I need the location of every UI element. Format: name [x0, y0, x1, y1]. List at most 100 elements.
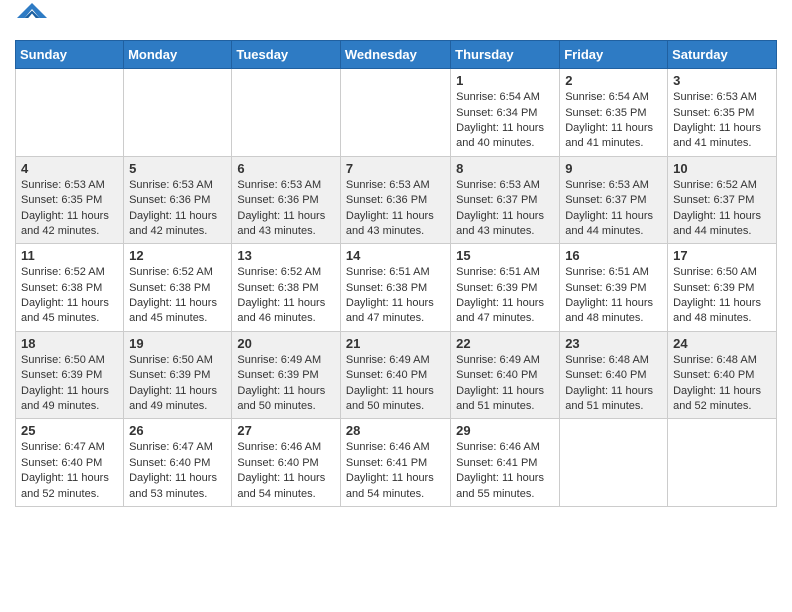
cell-content: Sunrise: 6:52 AM Sunset: 6:38 PM Dayligh…	[129, 265, 226, 327]
calendar-cell: 27 Sunrise: 6:46 AM Sunset: 6:40 PM Dayli…	[232, 419, 341, 507]
day-number: 29	[456, 423, 554, 438]
calendar-cell: 22 Sunrise: 6:49 AM Sunset: 6:40 PM Dayli…	[451, 331, 560, 419]
day-number: 28	[346, 423, 445, 438]
day-number: 7	[346, 161, 445, 176]
calendar-cell: 9 Sunrise: 6:53 AM Sunset: 6:37 PM Daylig…	[560, 156, 668, 244]
day-number: 13	[237, 248, 335, 263]
cell-content: Sunrise: 6:49 AM Sunset: 6:40 PM Dayligh…	[456, 353, 554, 415]
calendar-cell	[340, 69, 450, 157]
day-number: 15	[456, 248, 554, 263]
calendar-cell: 5 Sunrise: 6:53 AM Sunset: 6:36 PM Daylig…	[124, 156, 232, 244]
calendar-cell: 21 Sunrise: 6:49 AM Sunset: 6:40 PM Dayli…	[340, 331, 450, 419]
day-number: 26	[129, 423, 226, 438]
cell-content: Sunrise: 6:52 AM Sunset: 6:38 PM Dayligh…	[21, 265, 118, 327]
day-number: 5	[129, 161, 226, 176]
header	[15, 10, 777, 34]
calendar-cell: 24 Sunrise: 6:48 AM Sunset: 6:40 PM Dayli…	[668, 331, 777, 419]
calendar-cell	[668, 419, 777, 507]
cell-content: Sunrise: 6:46 AM Sunset: 6:41 PM Dayligh…	[346, 440, 445, 502]
cell-content: Sunrise: 6:53 AM Sunset: 6:36 PM Dayligh…	[346, 178, 445, 240]
logo-icon	[17, 3, 47, 21]
day-of-week-sunday: Sunday	[16, 41, 124, 69]
day-number: 17	[673, 248, 771, 263]
cell-content: Sunrise: 6:53 AM Sunset: 6:35 PM Dayligh…	[21, 178, 118, 240]
calendar-cell: 2 Sunrise: 6:54 AM Sunset: 6:35 PM Daylig…	[560, 69, 668, 157]
day-number: 16	[565, 248, 662, 263]
cell-content: Sunrise: 6:49 AM Sunset: 6:39 PM Dayligh…	[237, 353, 335, 415]
calendar-cell: 10 Sunrise: 6:52 AM Sunset: 6:37 PM Dayli…	[668, 156, 777, 244]
day-number: 22	[456, 336, 554, 351]
day-number: 25	[21, 423, 118, 438]
day-number: 1	[456, 73, 554, 88]
week-row-3: 11Sunrise: 6:52 AM Sunset: 6:38 PM Dayli…	[16, 244, 777, 332]
day-number: 27	[237, 423, 335, 438]
cell-content: Sunrise: 6:47 AM Sunset: 6:40 PM Dayligh…	[129, 440, 226, 502]
day-number: 23	[565, 336, 662, 351]
cell-content: Sunrise: 6:54 AM Sunset: 6:34 PM Dayligh…	[456, 90, 554, 152]
cell-content: Sunrise: 6:50 AM Sunset: 6:39 PM Dayligh…	[129, 353, 226, 415]
cell-content: Sunrise: 6:53 AM Sunset: 6:37 PM Dayligh…	[565, 178, 662, 240]
calendar-cell: 1 Sunrise: 6:54 AM Sunset: 6:34 PM Daylig…	[451, 69, 560, 157]
cell-content: Sunrise: 6:54 AM Sunset: 6:35 PM Dayligh…	[565, 90, 662, 152]
calendar-cell: 14 Sunrise: 6:51 AM Sunset: 6:38 PM Dayli…	[340, 244, 450, 332]
week-row-5: 25 Sunrise: 6:47 AM Sunset: 6:40 PM Dayli…	[16, 419, 777, 507]
calendar-cell: 12Sunrise: 6:52 AM Sunset: 6:38 PM Dayli…	[124, 244, 232, 332]
day-of-week-friday: Friday	[560, 41, 668, 69]
cell-content: Sunrise: 6:53 AM Sunset: 6:37 PM Dayligh…	[456, 178, 554, 240]
calendar-cell: 26 Sunrise: 6:47 AM Sunset: 6:40 PM Dayli…	[124, 419, 232, 507]
calendar-cell: 13 Sunrise: 6:52 AM Sunset: 6:38 PM Dayli…	[232, 244, 341, 332]
day-number: 14	[346, 248, 445, 263]
cell-content: Sunrise: 6:53 AM Sunset: 6:36 PM Dayligh…	[129, 178, 226, 240]
day-number: 18	[21, 336, 118, 351]
cell-content: Sunrise: 6:53 AM Sunset: 6:35 PM Dayligh…	[673, 90, 771, 152]
day-number: 20	[237, 336, 335, 351]
calendar-cell: 3 Sunrise: 6:53 AM Sunset: 6:35 PM Daylig…	[668, 69, 777, 157]
cell-content: Sunrise: 6:52 AM Sunset: 6:38 PM Dayligh…	[237, 265, 335, 327]
calendar-cell: 7 Sunrise: 6:53 AM Sunset: 6:36 PM Daylig…	[340, 156, 450, 244]
day-of-week-monday: Monday	[124, 41, 232, 69]
cell-content: Sunrise: 6:48 AM Sunset: 6:40 PM Dayligh…	[565, 353, 662, 415]
week-row-4: 18 Sunrise: 6:50 AM Sunset: 6:39 PM Dayli…	[16, 331, 777, 419]
calendar-cell: 15 Sunrise: 6:51 AM Sunset: 6:39 PM Dayli…	[451, 244, 560, 332]
calendar-cell	[16, 69, 124, 157]
calendar-cell: 19 Sunrise: 6:50 AM Sunset: 6:39 PM Dayli…	[124, 331, 232, 419]
calendar-cell	[560, 419, 668, 507]
day-number: 24	[673, 336, 771, 351]
calendar-cell	[232, 69, 341, 157]
calendar-cell: 25 Sunrise: 6:47 AM Sunset: 6:40 PM Dayli…	[16, 419, 124, 507]
cell-content: Sunrise: 6:51 AM Sunset: 6:39 PM Dayligh…	[565, 265, 662, 327]
day-number: 8	[456, 161, 554, 176]
calendar-body: 1 Sunrise: 6:54 AM Sunset: 6:34 PM Daylig…	[16, 69, 777, 507]
cell-content: Sunrise: 6:52 AM Sunset: 6:37 PM Dayligh…	[673, 178, 771, 240]
cell-content: Sunrise: 6:46 AM Sunset: 6:40 PM Dayligh…	[237, 440, 335, 502]
day-number: 19	[129, 336, 226, 351]
day-of-week-wednesday: Wednesday	[340, 41, 450, 69]
cell-content: Sunrise: 6:47 AM Sunset: 6:40 PM Dayligh…	[21, 440, 118, 502]
day-number: 21	[346, 336, 445, 351]
day-number: 6	[237, 161, 335, 176]
cell-content: Sunrise: 6:51 AM Sunset: 6:39 PM Dayligh…	[456, 265, 554, 327]
week-row-2: 4 Sunrise: 6:53 AM Sunset: 6:35 PM Daylig…	[16, 156, 777, 244]
cell-content: Sunrise: 6:51 AM Sunset: 6:38 PM Dayligh…	[346, 265, 445, 327]
week-row-1: 1 Sunrise: 6:54 AM Sunset: 6:34 PM Daylig…	[16, 69, 777, 157]
calendar-cell	[124, 69, 232, 157]
day-number: 3	[673, 73, 771, 88]
calendar-cell: 20 Sunrise: 6:49 AM Sunset: 6:39 PM Dayli…	[232, 331, 341, 419]
day-number: 9	[565, 161, 662, 176]
cell-content: Sunrise: 6:49 AM Sunset: 6:40 PM Dayligh…	[346, 353, 445, 415]
day-of-week-thursday: Thursday	[451, 41, 560, 69]
calendar-cell: 18Sunrise: 6:50 AM Sunset: 6:39 PM Dayli…	[16, 331, 124, 419]
calendar-cell: 6 Sunrise: 6:53 AM Sunset: 6:36 PM Daylig…	[232, 156, 341, 244]
calendar-cell: 11Sunrise: 6:52 AM Sunset: 6:38 PM Dayli…	[16, 244, 124, 332]
day-of-week-tuesday: Tuesday	[232, 41, 341, 69]
day-number: 2	[565, 73, 662, 88]
cell-content: Sunrise: 6:53 AM Sunset: 6:36 PM Dayligh…	[237, 178, 335, 240]
calendar-cell: 29Sunrise: 6:46 AM Sunset: 6:41 PM Dayli…	[451, 419, 560, 507]
logo	[15, 10, 47, 34]
day-number: 10	[673, 161, 771, 176]
calendar-cell: 16 Sunrise: 6:51 AM Sunset: 6:39 PM Dayli…	[560, 244, 668, 332]
calendar-cell: 28 Sunrise: 6:46 AM Sunset: 6:41 PM Dayli…	[340, 419, 450, 507]
cell-content: Sunrise: 6:48 AM Sunset: 6:40 PM Dayligh…	[673, 353, 771, 415]
calendar: SundayMondayTuesdayWednesdayThursdayFrid…	[15, 40, 777, 507]
day-number: 4	[21, 161, 118, 176]
